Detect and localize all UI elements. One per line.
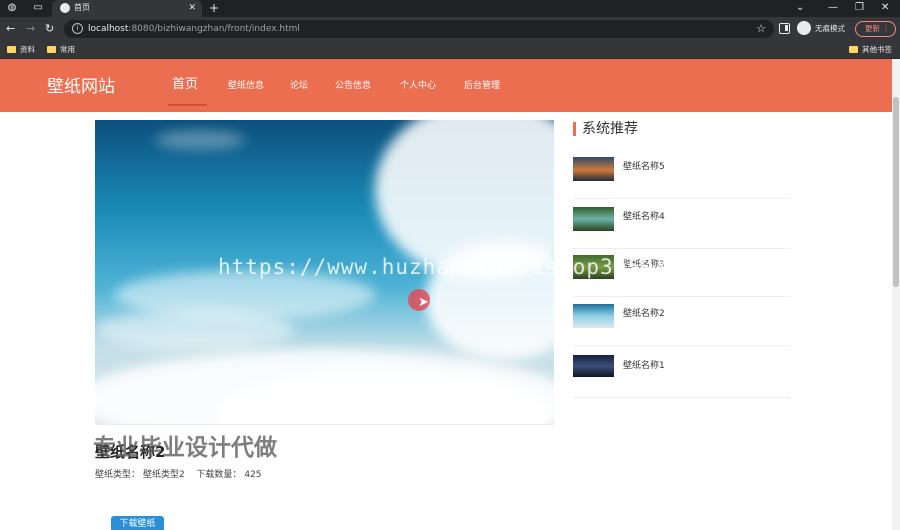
recommend-item-name[interactable]: 壁纸名称4 <box>623 211 665 223</box>
recommend-item-name[interactable]: 壁纸名称1 <box>623 360 665 372</box>
cursor-pointer-icon: ➤ <box>418 295 429 310</box>
window-close-icon[interactable]: ✕ <box>881 1 889 15</box>
sidebar-icon[interactable] <box>779 23 790 34</box>
bookmark-folder[interactable]: 常用 <box>47 44 75 56</box>
update-button[interactable]: 更新 ⋮ <box>855 21 896 37</box>
section-accent-bar <box>573 122 576 136</box>
nav-item-wallpapers[interactable]: 壁纸信息 <box>228 79 264 93</box>
page-scrollbar[interactable] <box>892 59 900 530</box>
folder-icon <box>47 46 56 53</box>
close-tab-icon[interactable]: ✕ <box>188 2 196 14</box>
browser-tab-active[interactable]: 首页 ✕ <box>52 0 202 17</box>
thumbnail-image[interactable] <box>573 355 614 377</box>
site-header: 壁纸网站 首页 壁纸信息 论坛 公告信息 个人中心 后台管理 <box>0 59 892 112</box>
other-bookmarks[interactable]: 其他书签 <box>849 44 892 56</box>
browser-titlebar: ◍ ▭ 首页 ✕ + ⌄ — ❐ ✕ <box>0 0 900 17</box>
folder-icon <box>7 46 16 53</box>
type-value: 壁纸类型2 <box>143 470 185 480</box>
incognito-icon <box>797 21 811 35</box>
address-url[interactable]: localhost:8080/bizhiwangzhan/front/index… <box>88 23 300 35</box>
recommend-item-name[interactable]: 壁纸名称5 <box>623 161 665 173</box>
thumbnail-image[interactable] <box>573 157 614 181</box>
recommend-item[interactable]: 壁纸名称1 <box>573 352 790 398</box>
incognito-label: 无痕模式 <box>815 24 845 33</box>
forward-icon[interactable]: → <box>26 22 35 36</box>
type-label: 壁纸类型： <box>95 470 141 480</box>
nav-item-notices[interactable]: 公告信息 <box>335 79 371 93</box>
browser-menu-icon[interactable]: ◍ <box>6 2 18 14</box>
count-value: 425 <box>244 470 262 480</box>
nav-item-profile[interactable]: 个人中心 <box>400 79 436 93</box>
chevron-down-icon[interactable]: ⌄ <box>796 1 804 15</box>
recommend-item[interactable]: 壁纸名称5 <box>573 153 790 199</box>
reload-icon[interactable]: ↻ <box>45 22 54 36</box>
bookmarks-bar: 资料 常用 其他书签 <box>0 41 900 59</box>
browser-toolbar: ← → ↻ i localhost:8080/bizhiwangzhan/fro… <box>0 17 900 41</box>
divider <box>95 424 554 425</box>
watermark-text: 专业毕业设计代做 <box>93 435 277 461</box>
globe-icon <box>60 3 70 13</box>
back-icon[interactable]: ← <box>6 22 15 36</box>
bookmark-star-icon[interactable]: ☆ <box>756 22 766 36</box>
nav-item-home[interactable]: 首页 <box>172 76 198 94</box>
new-tab-icon[interactable]: + <box>209 1 219 15</box>
thumbnail-image[interactable] <box>573 207 614 231</box>
recommend-title: 系统推荐 <box>582 121 638 137</box>
nav-item-admin[interactable]: 后台管理 <box>464 79 500 93</box>
tab-search-icon[interactable]: ▭ <box>32 2 44 14</box>
recommend-item[interactable]: 壁纸名称2 <box>573 300 790 346</box>
info-icon[interactable]: i <box>72 23 83 34</box>
restore-icon[interactable]: ❐ <box>855 1 864 15</box>
folder-icon <box>849 46 858 53</box>
address-bar[interactable]: i localhost:8080/bizhiwangzhan/front/ind… <box>64 20 774 38</box>
count-label: 下载数量： <box>196 470 242 480</box>
site-logo[interactable]: 壁纸网站 <box>47 76 115 98</box>
scrollbar-thumb[interactable] <box>893 97 899 287</box>
wallpaper-meta: 壁纸类型： 壁纸类型2 下载数量： 425 <box>95 469 265 482</box>
download-button[interactable]: 下载壁纸 <box>111 516 164 530</box>
nav-item-forum[interactable]: 论坛 <box>290 79 308 93</box>
tab-title: 首页 <box>74 3 90 12</box>
nav-active-indicator <box>168 104 207 106</box>
bookmark-folder[interactable]: 资料 <box>7 44 35 56</box>
watermark-url: https://www.huzhan.com/ishop39597 <box>218 255 669 279</box>
thumbnail-image[interactable] <box>573 304 614 328</box>
minimize-icon[interactable]: — <box>828 1 838 15</box>
recommend-item[interactable]: 壁纸名称4 <box>573 203 790 249</box>
recommend-item-name[interactable]: 壁纸名称2 <box>623 308 665 320</box>
